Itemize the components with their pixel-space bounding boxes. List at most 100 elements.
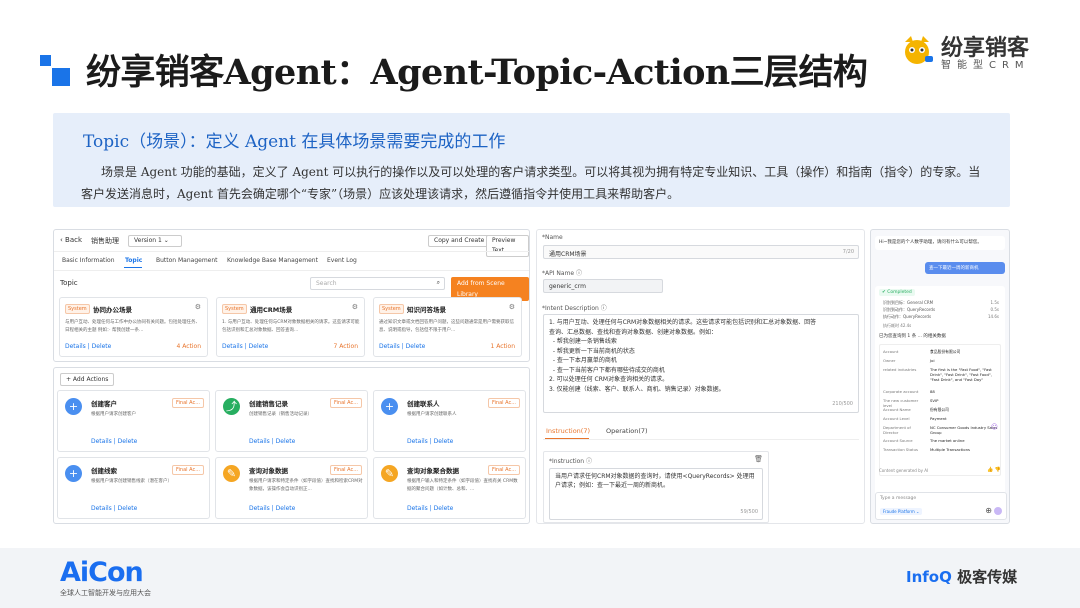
tab-active-indicator <box>124 267 142 268</box>
send-icon[interactable] <box>994 507 1002 515</box>
back-link[interactable]: ‹ Back <box>60 236 82 244</box>
copy-and-create-button[interactable]: Copy and Create <box>428 235 491 247</box>
topic-card[interactable]: System 协同办公场景 ⚙ 与用户互动、处理任何与工作中办公协同有关问题。包括处理… <box>59 297 208 357</box>
check-icon: ✔ <box>882 290 886 295</box>
bot-icon: ☺ <box>990 423 998 431</box>
field-key: related industries <box>883 367 917 372</box>
intro-body: 场景是 Agent 功能的基础，定义了 Agent 可以执行的操作以及可以处理的… <box>81 165 981 201</box>
action-card[interactable]: + 创建线索 Final Ac... 根据用户请求创建销售线索（潜在客户） Detail… <box>57 457 210 519</box>
name-counter: 7/20 <box>842 249 854 255</box>
action-description: 根据用户请求创建销售线索（潜在客户） <box>91 479 172 484</box>
action-card[interactable]: ⤴ 创建销售记录 Final Ac... 创建销售记录（销售活动记录） Details … <box>215 390 368 452</box>
action-card[interactable]: ✎ 查询对象数据 Final Ac... 根据用户请求和特定条件（如字段值）查找和检索… <box>215 457 368 519</box>
field-value: 88 <box>930 389 935 394</box>
step-label: 识别到动作：QueryRecords <box>883 307 936 312</box>
field-key: Account <box>883 349 899 354</box>
tab-basic-information[interactable]: Basic Information <box>62 257 115 264</box>
topic-card-description: 与用户互动、处理任何与工作中办公协同有关问题。包括处理任务、日程相关的主题 例如… <box>65 320 200 333</box>
details-delete-links[interactable]: Details | Delete <box>407 505 453 512</box>
action-title: 创建销售记录 <box>249 400 288 408</box>
accent-square-large <box>52 68 70 86</box>
details-delete-links[interactable]: Details | Delete <box>91 438 137 445</box>
details-delete-links[interactable]: Details | Delete <box>65 343 111 350</box>
breadcrumb: 销售助理 <box>91 237 119 245</box>
step-label: 识别到目标：General CRM <box>883 300 934 305</box>
intent-counter: 210/500 <box>832 400 853 407</box>
details-delete-links[interactable]: Details | Delete <box>379 343 425 350</box>
api-name-value: generic_crm <box>549 283 586 290</box>
intent-description-field[interactable]: 1. 与用户互动、处理任何与CRM对象数据相关的请求。这些请求可能包括识别和汇总… <box>543 314 859 413</box>
action-description: 根据用户输入和特定条件（如字段值）查找有关 CRM数据的聚合问题（如计数、总和、… <box>407 479 518 492</box>
assistant-greeting: Hi~我是您的个人数字助理，请问有什么可以帮您。 <box>875 236 1005 250</box>
search-input[interactable]: Search ⌕ <box>310 277 445 290</box>
name-field[interactable]: 通用CRM场景 7/20 <box>543 245 859 259</box>
infoq-subtitle: 极客传媒 <box>957 568 1018 586</box>
instruction-card: *Instruction ⓘ 🗑 当用户请求任何CRM对象数据的查询时，请使用<… <box>543 451 769 523</box>
settings-icon[interactable]: ⚙ <box>509 303 515 311</box>
total-time: 执行耗时 42.4s <box>883 323 912 328</box>
version-select[interactable]: Version 1 ⌄ <box>128 235 182 247</box>
action-card[interactable]: ✎ 查询对象聚合数据 Final Ac... 根据用户输入和特定条件（如字段值）查找有… <box>373 457 526 519</box>
action-card[interactable]: + 创建客户 Final Ac... 根据用户请求创建客户 Details | Dele… <box>57 390 210 452</box>
aicon-subtitle: 全球人工智能开发与应用大会 <box>60 589 151 597</box>
brand-logo-block: 纷享销客 智能型CRM <box>897 28 1057 74</box>
topic-card-title: 通用CRM场景 <box>250 306 293 314</box>
step-time: 0.5s <box>990 307 999 312</box>
action-card[interactable]: + 创建联系人 Final Ac... 根据用户请求创建联系人 Details | De… <box>373 390 526 452</box>
details-delete-links[interactable]: Details | Delete <box>222 343 268 350</box>
details-delete-links[interactable]: Details | Delete <box>249 438 295 445</box>
intent-line: 3. 仅能创建（线索、客户、联系人、商机、销售记录）对象数据。 <box>549 385 725 393</box>
details-delete-links[interactable]: Details | Delete <box>407 438 453 445</box>
details-delete-links[interactable]: Details | Delete <box>249 505 295 512</box>
chat-input-box[interactable]: Type a message Fraude Platform ⌄ ⊕ <box>875 492 1007 520</box>
brand-mascot-icon <box>905 36 933 64</box>
version-label: Version 1 <box>134 237 162 244</box>
result-card: Account 食品股份有限公司 Owner Joi related industrie… <box>879 344 1001 476</box>
system-tag: System <box>379 304 404 314</box>
action-description: 根据用户请求创建联系人 <box>407 412 457 417</box>
tab-knowledge-base[interactable]: Knowledge Base Management <box>227 257 318 264</box>
intent-line: - 查一下当前客户下都有哪些待成交的商机 <box>549 366 665 374</box>
platform-selector[interactable]: Fraude Platform ⌄ <box>880 508 923 515</box>
actions-panel: + Add Actions + 创建客户 Final Ac... 根据用户请求创建客户… <box>53 367 530 524</box>
intent-line: - 查一下本月赢单的商机 <box>549 357 617 364</box>
instruction-text: 当用户请求任何CRM对象数据的查询时，请使用<QueryRecords> 处理用… <box>555 473 755 489</box>
user-message: 查一下最近一周的新商机 <box>925 262 1005 274</box>
tab-event-log[interactable]: Event Log <box>327 257 357 264</box>
brand-subtitle: 智能型CRM <box>941 60 1030 71</box>
delete-icon[interactable]: 🗑 <box>754 455 763 463</box>
slide: 纷享销客Agent：Agent-Topic-Action三层结构 纷享销客 智能… <box>0 0 1080 608</box>
tab-operation[interactable]: Operation(7) <box>606 427 648 435</box>
topic-card-description: 通过知识文章或文档回答用户问题，这些问题通常是用户需要获取信息、说明或指导，包括… <box>379 320 514 333</box>
field-value: Multiple Transactions <box>930 447 970 452</box>
feedback-icons[interactable]: 👍 👎 <box>987 467 1001 473</box>
field-value: 食品股份有限公司 <box>930 349 961 354</box>
intent-line: 1. 与用户互动、处理任何与CRM对象数据相关的请求。这些请求可能包括识别和汇总… <box>549 319 817 326</box>
tab-topic[interactable]: Topic <box>125 257 142 264</box>
topic-card[interactable]: System 知识问答场景 ⚙ 通过知识文章或文档回答用户问题，这些问题通常是用户需要… <box>373 297 522 357</box>
action-title: 查询对象数据 <box>249 467 288 475</box>
field-key: Account Level <box>883 416 910 421</box>
topic-card[interactable]: System 通用CRM场景 ⚙ 1. 与用户互动、处理任何与CRM对象数据相关的请求… <box>216 297 365 357</box>
action-title: 创建联系人 <box>407 400 440 408</box>
edit-icon: ✎ <box>381 465 398 482</box>
add-actions-button[interactable]: + Add Actions <box>60 373 115 386</box>
topic-form-panel: *Name 通用CRM场景 7/20 *API Name ⓘ generic_c… <box>536 229 865 524</box>
add-icon[interactable]: ⊕ <box>985 506 992 515</box>
settings-icon[interactable]: ⚙ <box>352 303 358 311</box>
step-time: 14.6s <box>988 314 999 319</box>
footer: AiCon 全球人工智能开发与应用大会 InfoQ 极客传媒 <box>0 548 1080 608</box>
tab-instruction[interactable]: Instruction(7) <box>546 427 590 435</box>
step-time: 1.5s <box>990 300 999 305</box>
field-value: Joi <box>930 358 935 363</box>
preview-text-button[interactable]: Preview Text <box>486 235 529 257</box>
api-name-field[interactable]: generic_crm <box>543 279 663 293</box>
settings-icon[interactable]: ⚙ <box>195 303 201 311</box>
details-delete-links[interactable]: Details | Delete <box>91 505 137 512</box>
topic-label: Topic <box>60 279 78 287</box>
intro-box: Topic（场景）：定义 Agent 在具体场景需要完成的工作 场景是 Agen… <box>53 113 1010 207</box>
accent-square-small <box>40 55 51 66</box>
instruction-field[interactable]: 当用户请求任何CRM对象数据的查询时，请使用<QueryRecords> 处理用… <box>549 468 763 520</box>
aicon-logo: AiCon <box>60 557 144 588</box>
tab-button-management[interactable]: Button Management <box>156 257 218 264</box>
